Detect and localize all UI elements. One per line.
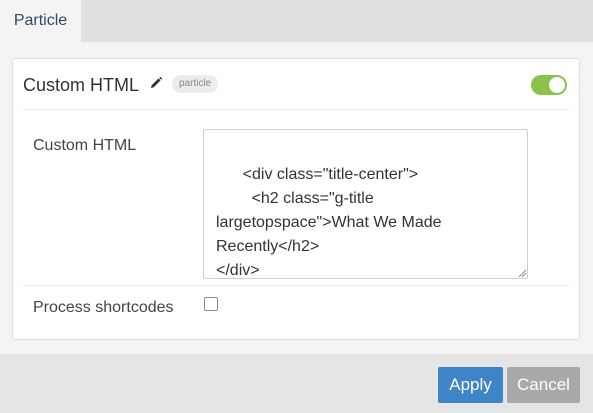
panel-content: Custom HTML particle Custom HTML <div cl… — [0, 42, 593, 354]
apply-button[interactable]: Apply — [438, 367, 503, 403]
process-shortcodes-label: Process shortcodes — [33, 299, 174, 316]
custom-html-value: <div class="title-center"> <h2 class="g-… — [216, 166, 442, 279]
custom-html-textarea[interactable]: <div class="title-center"> <h2 class="g-… — [203, 129, 528, 279]
pencil-icon[interactable] — [149, 76, 163, 90]
resize-grip-icon[interactable] — [518, 269, 526, 277]
tab-particle[interactable]: Particle — [0, 0, 81, 42]
row-divider — [23, 285, 569, 286]
tab-particle-label: Particle — [13, 12, 68, 29]
particle-card: Custom HTML particle Custom HTML <div cl… — [12, 58, 580, 340]
enabled-toggle[interactable] — [531, 75, 567, 95]
cancel-button[interactable]: Cancel — [507, 367, 580, 403]
footer: Apply Cancel — [0, 354, 593, 413]
process-shortcodes-checkbox[interactable] — [204, 297, 218, 311]
particle-title: Custom HTML — [23, 75, 140, 95]
pencil-icon-svg — [151, 76, 163, 88]
card-header: Custom HTML particle — [23, 59, 569, 110]
custom-html-label: Custom HTML — [33, 137, 137, 154]
toggle-knob — [549, 77, 565, 93]
particle-badge: particle — [172, 75, 219, 93]
tab-bar: Particle — [0, 0, 593, 42]
